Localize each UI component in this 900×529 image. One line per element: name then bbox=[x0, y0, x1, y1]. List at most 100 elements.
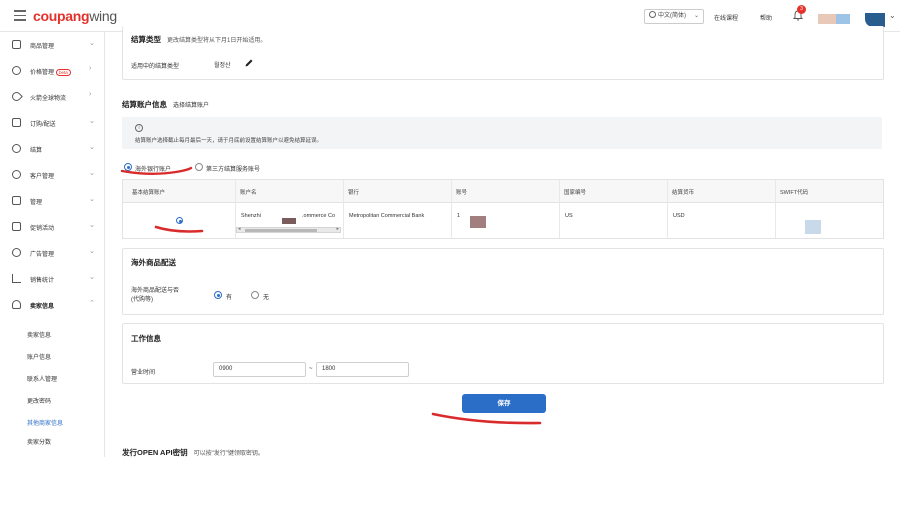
column-divider bbox=[343, 180, 344, 238]
sidebar-item-pricing[interactable]: 价格管理 beta › bbox=[0, 58, 105, 84]
column-header: SWIFT代码 bbox=[780, 190, 809, 196]
chevron-down-icon: ⌄ bbox=[89, 170, 95, 177]
chevron-up-icon: ⌃ bbox=[89, 300, 95, 307]
overseas-delivery-title: 海外商品配送 bbox=[131, 258, 176, 267]
info-icon: i bbox=[135, 124, 143, 132]
box-icon bbox=[12, 40, 21, 49]
info-text: 结算账户选择截止每月最后一天，请于月底前设置结算账户以避免结算延误。 bbox=[135, 138, 323, 144]
sidebar-item-ads[interactable]: 广告管理 ⌄ bbox=[0, 240, 105, 266]
sidebar-item-rocket-global[interactable]: 火箭全球物流 › bbox=[0, 84, 105, 110]
sub-item-seller-info[interactable]: 卖家信息 bbox=[27, 330, 51, 339]
order-icon bbox=[12, 118, 21, 127]
sub-item-change-password[interactable]: 更改密码 bbox=[27, 396, 51, 405]
annotation-underline bbox=[431, 412, 542, 425]
sub-item-other-merchant-info[interactable]: 其他商家信息 bbox=[27, 418, 63, 427]
chevron-right-icon: › bbox=[89, 91, 92, 98]
promotion-icon bbox=[12, 222, 21, 231]
sidebar-item-manage[interactable]: 管理 ⌄ bbox=[0, 188, 105, 214]
default-account-radio[interactable] bbox=[176, 217, 183, 224]
beta-badge: beta bbox=[56, 69, 71, 76]
sidebar-item-customers[interactable]: 客户管理 ⌄ bbox=[0, 162, 105, 188]
chevron-down-icon: ⌄ bbox=[89, 40, 95, 47]
column-divider bbox=[451, 180, 452, 238]
coupang-wing-logo[interactable]: coupangwing bbox=[33, 8, 117, 24]
chevron-down-icon: ⌄ bbox=[89, 274, 95, 281]
work-info-title: 工作信息 bbox=[131, 334, 161, 343]
settlement-type-value: 월정산 bbox=[214, 63, 231, 69]
radio-overseas-bank-label[interactable]: 海外银行账户 bbox=[135, 164, 171, 173]
info-box bbox=[122, 117, 882, 149]
settlement-type-label: 适用中的结算类型 bbox=[131, 64, 180, 70]
pencil-icon[interactable] bbox=[244, 58, 254, 68]
online-course-link[interactable]: 在线课程 bbox=[714, 13, 738, 22]
radio-delivery-yes[interactable] bbox=[214, 291, 222, 299]
business-hours-start-input[interactable]: 0900 bbox=[213, 362, 306, 377]
chevron-down-icon: ⌄ bbox=[89, 222, 95, 229]
sidebar-item-seller-info[interactable]: 卖家信息 ⌃ bbox=[0, 292, 105, 318]
chevron-down-icon: ⌄ bbox=[89, 196, 95, 203]
column-header: 账号 bbox=[456, 190, 468, 196]
settlement-icon bbox=[12, 144, 21, 153]
sidebar-item-label: 价格管理 bbox=[30, 70, 55, 76]
table-header bbox=[123, 180, 883, 203]
price-tag-icon bbox=[12, 66, 21, 75]
radio-overseas-bank[interactable] bbox=[124, 163, 132, 171]
account-table: 基本结算账户 账户名 银行 账号 国家编号 结算货币 SWIFT代码 Shenz… bbox=[122, 179, 884, 239]
cell-scrollbar[interactable]: ◂ ▸ bbox=[236, 226, 341, 233]
save-button[interactable]: 保存 bbox=[462, 394, 546, 413]
sub-item-seller-score[interactable]: 卖家分数 bbox=[27, 437, 51, 446]
help-link[interactable]: 帮助 bbox=[760, 13, 772, 22]
customer-icon bbox=[12, 170, 21, 179]
chevron-down-icon: ⌄ bbox=[89, 144, 95, 151]
rocket-icon bbox=[10, 90, 23, 103]
radio-third-party[interactable] bbox=[195, 163, 203, 171]
business-hours-label: 营业时间 bbox=[131, 370, 156, 376]
redaction bbox=[282, 218, 296, 224]
sidebar-item-promotions[interactable]: 促销活动 ⌄ bbox=[0, 214, 105, 240]
currency-cell: USD bbox=[673, 213, 685, 219]
sidebar-item-products[interactable]: 商品管理 ⌄ bbox=[0, 32, 105, 58]
radio-third-party-label[interactable]: 第三方结算服务账号 bbox=[206, 164, 260, 173]
language-select[interactable]: 中文(简体) ⌄ bbox=[644, 9, 704, 24]
chevron-down-icon: ⌄ bbox=[693, 13, 699, 19]
sidebar-item-sales-stats[interactable]: 销售统计 ⌄ bbox=[0, 266, 105, 292]
sidebar: 商品管理 ⌄ 价格管理 beta › 火箭全球物流 › 订购/配送 ⌄ 结算 ⌄ … bbox=[0, 32, 105, 457]
avatar[interactable] bbox=[865, 13, 885, 27]
column-header: 国家编号 bbox=[564, 190, 587, 196]
column-divider bbox=[775, 180, 776, 238]
sub-item-contacts[interactable]: 联系人管理 bbox=[27, 374, 57, 383]
time-separator: ~ bbox=[309, 366, 313, 372]
business-hours-end-input[interactable]: 1800 bbox=[316, 362, 409, 377]
column-header: 银行 bbox=[348, 190, 360, 196]
overseas-delivery-question: 海外商品配送与否 (代购等) bbox=[131, 288, 180, 303]
select-account-link[interactable]: 选择结算账户 bbox=[173, 103, 209, 109]
chevron-right-icon: › bbox=[89, 65, 92, 72]
country-cell: US bbox=[565, 213, 573, 219]
sidebar-item-settlement[interactable]: 结算 ⌄ bbox=[0, 136, 105, 162]
sub-item-account-info[interactable]: 账户信息 bbox=[27, 352, 51, 361]
redaction bbox=[470, 216, 486, 228]
radio-delivery-no-label[interactable]: 无 bbox=[263, 292, 269, 301]
chevron-down-icon: ⌄ bbox=[89, 118, 95, 125]
column-header: 基本结算账户 bbox=[132, 190, 166, 196]
account-name-cell: Shenzhi bbox=[241, 213, 261, 219]
radio-delivery-yes-label[interactable]: 有 bbox=[226, 292, 232, 301]
column-divider bbox=[559, 180, 560, 238]
radio-delivery-no[interactable] bbox=[251, 291, 259, 299]
account-name-cell-end: .ommerce Co bbox=[302, 213, 336, 219]
ads-icon bbox=[12, 248, 21, 257]
chevron-down-icon[interactable]: ⌄ bbox=[889, 11, 896, 20]
column-header: 账户名 bbox=[240, 190, 257, 196]
column-divider bbox=[667, 180, 668, 238]
user-icon bbox=[12, 300, 21, 309]
sidebar-item-orders[interactable]: 订购/配送 ⌄ bbox=[0, 110, 105, 136]
api-key-title: 发行OPEN API密钥 可以按"发行"键领取密钥。 bbox=[122, 448, 264, 457]
scrollbar-thumb[interactable] bbox=[245, 229, 317, 232]
redaction bbox=[805, 220, 821, 234]
menu-icon[interactable] bbox=[14, 10, 26, 21]
settlement-type-title: 结算类型 更改结算类型将从下月1日开始适用。 bbox=[131, 35, 267, 44]
chevron-down-icon: ⌄ bbox=[89, 248, 95, 255]
api-key-note: 可以按"发行"键领取密钥。 bbox=[193, 451, 264, 457]
profile-redaction bbox=[818, 14, 836, 24]
chart-icon bbox=[12, 274, 21, 283]
